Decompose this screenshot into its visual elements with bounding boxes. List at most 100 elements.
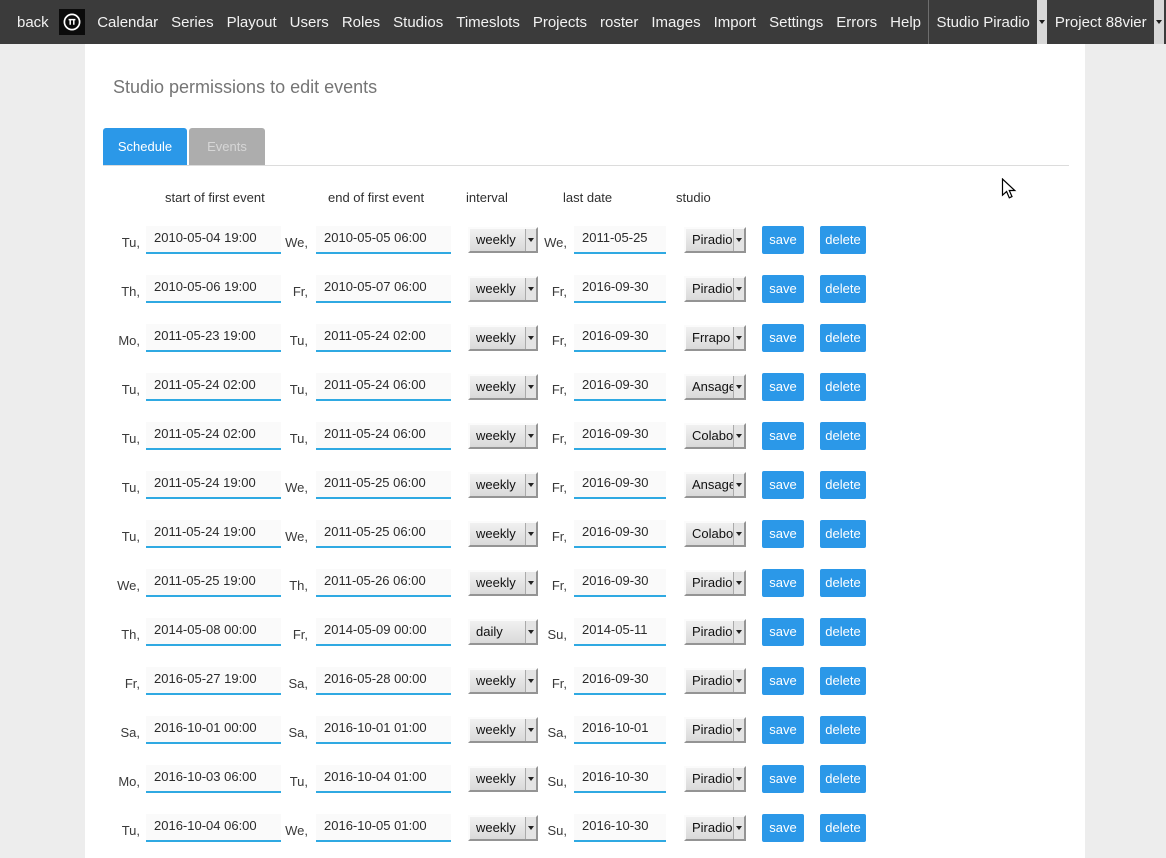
delete-button[interactable]: delete	[820, 569, 866, 597]
chevron-down-icon[interactable]	[525, 670, 536, 692]
studio-select[interactable]: Colabo	[684, 423, 746, 449]
studio-select[interactable]: Piradio	[684, 766, 746, 792]
back-link[interactable]: back	[17, 14, 49, 31]
save-button[interactable]: save	[762, 765, 804, 793]
interval-select[interactable]: weekly	[468, 668, 538, 694]
studio-select[interactable]: Ansage	[684, 374, 746, 400]
save-button[interactable]: save	[762, 422, 804, 450]
chevron-down-icon[interactable]	[1154, 0, 1164, 44]
start-datetime-input[interactable]	[146, 618, 281, 646]
start-datetime-input[interactable]	[146, 275, 281, 303]
last-date-input[interactable]	[574, 373, 666, 401]
last-date-input[interactable]	[574, 569, 666, 597]
save-button[interactable]: save	[762, 471, 804, 499]
chevron-down-icon[interactable]	[733, 474, 744, 496]
end-datetime-input[interactable]	[316, 520, 451, 548]
end-datetime-input[interactable]	[316, 226, 451, 254]
last-date-input[interactable]	[574, 716, 666, 744]
end-datetime-input[interactable]	[316, 814, 451, 842]
delete-button[interactable]: delete	[820, 667, 866, 695]
chevron-down-icon[interactable]	[525, 817, 536, 839]
start-datetime-input[interactable]	[146, 814, 281, 842]
interval-select[interactable]: weekly	[468, 521, 538, 547]
save-button[interactable]: save	[762, 618, 804, 646]
start-datetime-input[interactable]	[146, 765, 281, 793]
end-datetime-input[interactable]	[316, 324, 451, 352]
start-datetime-input[interactable]	[146, 471, 281, 499]
chevron-down-icon[interactable]	[525, 376, 536, 398]
save-button[interactable]: save	[762, 373, 804, 401]
chevron-down-icon[interactable]	[525, 719, 536, 741]
studio-select[interactable]: Piradio	[684, 276, 746, 302]
last-date-input[interactable]	[574, 667, 666, 695]
chevron-down-icon[interactable]	[733, 572, 744, 594]
start-datetime-input[interactable]	[146, 520, 281, 548]
start-datetime-input[interactable]	[146, 226, 281, 254]
delete-button[interactable]: delete	[820, 814, 866, 842]
nav-item-roster[interactable]: roster	[594, 14, 645, 31]
delete-button[interactable]: delete	[820, 373, 866, 401]
studio-select[interactable]: Colabo	[684, 521, 746, 547]
save-button[interactable]: save	[762, 667, 804, 695]
studio-dropdown[interactable]: Studio Piradio	[929, 0, 1047, 44]
save-button[interactable]: save	[762, 716, 804, 744]
nav-item-series[interactable]: Series	[165, 14, 221, 31]
start-datetime-input[interactable]	[146, 324, 281, 352]
nav-item-projects[interactable]: Projects	[526, 14, 593, 31]
tab-schedule[interactable]: Schedule	[103, 128, 187, 165]
chevron-down-icon[interactable]	[525, 327, 536, 349]
end-datetime-input[interactable]	[316, 618, 451, 646]
delete-button[interactable]: delete	[820, 716, 866, 744]
interval-select[interactable]: weekly	[468, 472, 538, 498]
chevron-down-icon[interactable]	[733, 670, 744, 692]
nav-item-playout[interactable]: Playout	[220, 14, 283, 31]
last-date-input[interactable]	[574, 422, 666, 450]
start-datetime-input[interactable]	[146, 716, 281, 744]
last-date-input[interactable]	[574, 765, 666, 793]
studio-select[interactable]: Piradio	[684, 717, 746, 743]
interval-select[interactable]: weekly	[468, 717, 538, 743]
end-datetime-input[interactable]	[316, 716, 451, 744]
nav-item-errors[interactable]: Errors	[830, 14, 884, 31]
nav-item-calendar[interactable]: Calendar	[91, 14, 165, 31]
interval-select[interactable]: weekly	[468, 374, 538, 400]
chevron-down-icon[interactable]	[733, 523, 744, 545]
save-button[interactable]: save	[762, 226, 804, 254]
end-datetime-input[interactable]	[316, 569, 451, 597]
studio-select[interactable]: Piradio	[684, 815, 746, 841]
chevron-down-icon[interactable]	[733, 425, 744, 447]
last-date-input[interactable]	[574, 471, 666, 499]
last-date-input[interactable]	[574, 814, 666, 842]
nav-item-roles[interactable]: Roles	[335, 14, 386, 31]
start-datetime-input[interactable]	[146, 667, 281, 695]
save-button[interactable]: save	[762, 520, 804, 548]
delete-button[interactable]: delete	[820, 618, 866, 646]
studio-select[interactable]: Piradio	[684, 227, 746, 253]
start-datetime-input[interactable]	[146, 373, 281, 401]
chevron-down-icon[interactable]	[733, 621, 744, 643]
end-datetime-input[interactable]	[316, 275, 451, 303]
chevron-down-icon[interactable]	[733, 376, 744, 398]
nav-item-import[interactable]: Import	[707, 14, 763, 31]
start-datetime-input[interactable]	[146, 569, 281, 597]
interval-select[interactable]: weekly	[468, 227, 538, 253]
chevron-down-icon[interactable]	[733, 229, 744, 251]
chevron-down-icon[interactable]	[525, 229, 536, 251]
nav-item-settings[interactable]: Settings	[763, 14, 830, 31]
piradio-logo-icon[interactable]	[59, 9, 85, 35]
chevron-down-icon[interactable]	[525, 278, 536, 300]
last-date-input[interactable]	[574, 226, 666, 254]
interval-select[interactable]: weekly	[468, 276, 538, 302]
chevron-down-icon[interactable]	[525, 768, 536, 790]
interval-select[interactable]: weekly	[468, 815, 538, 841]
save-button[interactable]: save	[762, 275, 804, 303]
delete-button[interactable]: delete	[820, 520, 866, 548]
interval-select[interactable]: weekly	[468, 766, 538, 792]
delete-button[interactable]: delete	[820, 324, 866, 352]
chevron-down-icon[interactable]	[525, 572, 536, 594]
interval-select[interactable]: daily	[468, 619, 538, 645]
studio-select[interactable]: Frrapo	[684, 325, 746, 351]
chevron-down-icon[interactable]	[733, 768, 744, 790]
studio-select[interactable]: Ansage	[684, 472, 746, 498]
chevron-down-icon[interactable]	[733, 817, 744, 839]
